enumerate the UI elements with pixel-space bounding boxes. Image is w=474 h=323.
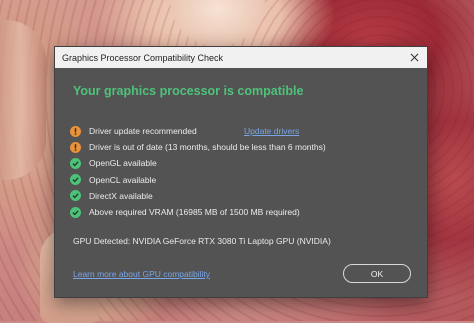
compatibility-dialog: Graphics Processor Compatibility Check Y… bbox=[54, 46, 428, 298]
close-icon[interactable] bbox=[407, 50, 421, 64]
check-text: Driver update recommended bbox=[89, 126, 197, 137]
dialog-titlebar[interactable]: Graphics Processor Compatibility Check bbox=[55, 47, 427, 68]
check-circle-icon bbox=[70, 206, 81, 218]
check-row-driver-update: Driver update recommended Update drivers bbox=[70, 123, 420, 139]
check-text: Driver is out of date (13 months, should… bbox=[89, 142, 326, 153]
check-text: OpenCL available bbox=[89, 174, 157, 185]
compatibility-heading: Your graphics processor is compatible bbox=[73, 84, 304, 98]
ok-button[interactable]: OK bbox=[343, 264, 411, 283]
check-text: DirectX available bbox=[89, 190, 153, 201]
dialog-title: Graphics Processor Compatibility Check bbox=[62, 52, 224, 63]
check-list: Driver update recommended Update drivers… bbox=[70, 123, 420, 220]
check-text: Above required VRAM (16985 MB of 1500 MB… bbox=[89, 207, 300, 218]
update-drivers-link[interactable]: Update drivers bbox=[244, 126, 299, 136]
check-row-directx: DirectX available bbox=[70, 188, 420, 204]
check-text: OpenGL available bbox=[89, 158, 157, 169]
check-row-vram: Above required VRAM (16985 MB of 1500 MB… bbox=[70, 204, 420, 220]
check-row-driver-age: Driver is out of date (13 months, should… bbox=[70, 139, 420, 155]
check-circle-icon bbox=[70, 157, 81, 169]
gpu-detected-text: GPU Detected: NVIDIA GeForce RTX 3080 Ti… bbox=[73, 236, 331, 246]
warning-icon bbox=[70, 141, 81, 153]
check-row-opencl: OpenCL available bbox=[70, 172, 420, 188]
learn-more-link[interactable]: Learn more about GPU compatibility bbox=[73, 269, 210, 279]
background-fold-shape bbox=[0, 20, 46, 180]
check-row-opengl: OpenGL available bbox=[70, 155, 420, 171]
check-circle-icon bbox=[70, 174, 81, 186]
warning-icon bbox=[70, 125, 81, 137]
check-circle-icon bbox=[70, 190, 81, 202]
